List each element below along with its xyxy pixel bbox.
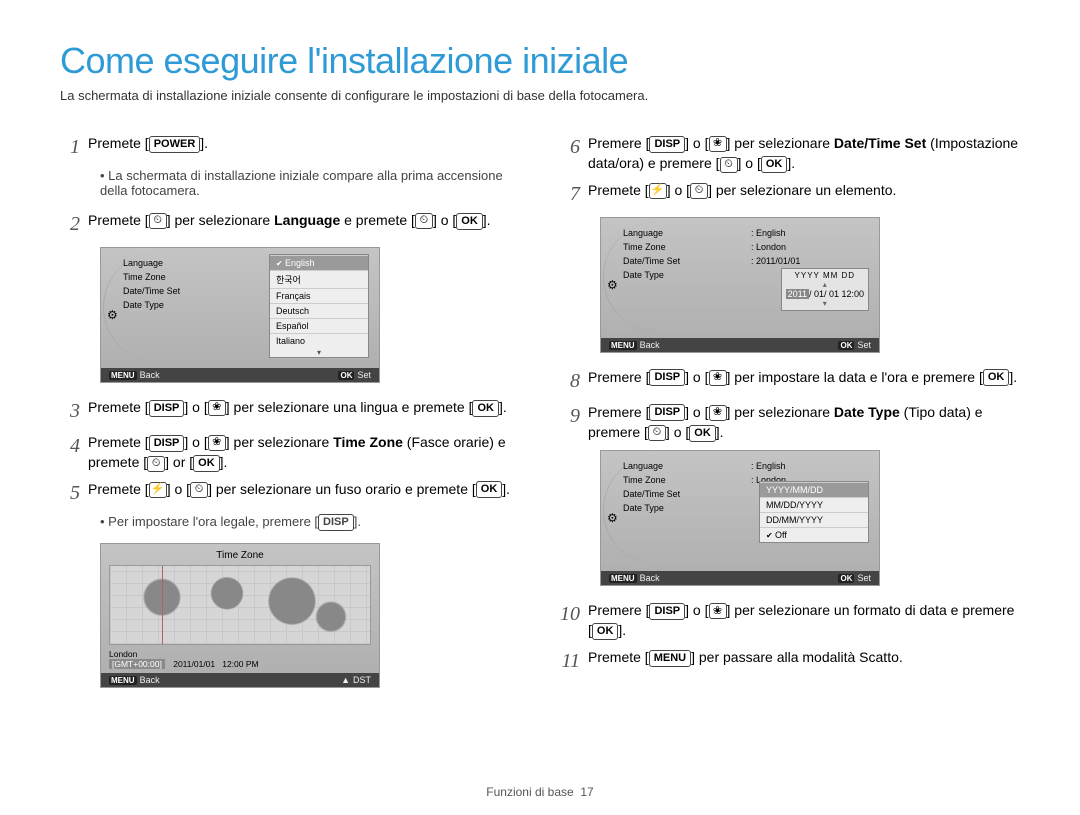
screenshot-language: ⚙ Language Time Zone Date/Time Set Date … [100,247,380,383]
datetype-dropdown: YYYY/MM/DD MM/DD/YYYY DD/MM/YYYY Off [759,481,869,543]
step-1-note: La schermata di installazione iniziale c… [100,168,520,198]
step-1: 1 Premete [POWER]. [60,133,520,162]
date-spinner: YYYY MM DD ▴ 2011/ 01/ 01 12:00 ▾ [781,268,869,311]
disp-button-label: DISP [149,435,185,452]
step-number: 9 [560,402,588,431]
step-number: 6 [560,133,588,162]
timer-icon: ⏲ [648,425,666,441]
step-number: 1 [60,133,88,162]
step-number: 7 [560,180,588,209]
page-subtitle: La schermata di installazione iniziale c… [60,88,1020,103]
flower-icon: ❀ [709,370,727,386]
page-title: Come eseguire l'installazione iniziale [60,40,1020,82]
disp-button-label: DISP [649,404,685,421]
step-11: 11 Premete [MENU] per passare alla modal… [560,647,1020,676]
page-footer: Funzioni di base 17 [0,785,1080,799]
ok-button-label: OK [983,369,1010,386]
step-10: 10 Premere [DISP] o [❀] per selezionare … [560,600,1020,641]
step-2: 2 Premete [⏲] per selezionare Language e… [60,210,520,239]
right-column: 6 Premere [DISP] o [❀] per selezionare D… [560,133,1020,702]
power-button-label: POWER [149,136,201,153]
step-number: 10 [560,600,588,629]
timer-icon: ⏲ [147,456,165,472]
step-7: 7 Premete [⚡] o [⏲] per selezionare un e… [560,180,1020,209]
ok-button-label: OK [456,213,483,230]
timer-icon: ⏲ [720,157,738,173]
menu-button-label: MENU [649,650,691,667]
flower-icon: ❀ [208,435,226,451]
step-8: 8 Premere [DISP] o [❀] per impostare la … [560,367,1020,396]
world-map [109,565,371,645]
disp-button-label: DISP [649,603,685,620]
step-number: 5 [60,479,88,508]
ok-button-label: OK [472,400,499,417]
step-number: 11 [560,647,588,676]
flower-icon: ❀ [709,405,727,421]
ok-button-label: OK [476,481,503,498]
step-3: 3 Premete [DISP] o [❀] per selezionare u… [60,397,520,426]
disp-button-label: DISP [649,136,685,153]
screenshot-datetype: ⚙ Language Time Zone Date/Time Set Date … [600,450,880,586]
gear-icon: ⚙ [607,511,618,525]
flower-icon: ❀ [709,603,727,619]
step-9: 9 Premere [DISP] o [❀] per selezionare D… [560,402,1020,443]
step-number: 8 [560,367,588,396]
language-dropdown: English 한국어 Français Deutsch Español Ita… [269,254,369,358]
gear-icon: ⚙ [107,308,118,322]
timezone-title: Time Zone [109,550,371,565]
step-number: 2 [60,210,88,239]
screenshot-datetime: ⚙ Language Time Zone Date/Time Set Date … [600,217,880,353]
step-4: 4 Premete [DISP] o [❀] per selezionare T… [60,432,520,473]
flower-icon: ❀ [709,136,727,152]
timer-icon: ⏲ [149,213,167,229]
timer-icon: ⏲ [415,213,433,229]
disp-button-label: DISP [649,369,685,386]
flower-icon: ❀ [208,400,226,416]
chevron-down-icon: ▾ [270,348,368,357]
step-number: 3 [60,397,88,426]
screenshot-timezone: Time Zone London [GMT+00:00] 2011/01/01 … [100,543,380,688]
ok-button-label: OK [592,623,619,640]
flash-icon: ⚡ [149,482,167,498]
disp-button-label: DISP [318,514,354,531]
timer-icon: ⏲ [690,183,708,199]
ok-button-label: OK [761,156,788,173]
step-5-note: Per impostare l'ora legale, premere [DIS… [100,514,520,531]
ok-button-label: OK [193,455,220,472]
step-5: 5 Premete [⚡] o [⏲] per selezionare un f… [60,479,520,508]
ok-button-label: OK [689,425,716,442]
gear-icon: ⚙ [607,278,618,292]
disp-button-label: DISP [149,400,185,417]
flash-icon: ⚡ [649,183,667,199]
step-number: 4 [60,432,88,461]
left-column: 1 Premete [POWER]. La schermata di insta… [60,133,520,702]
step-6: 6 Premere [DISP] o [❀] per selezionare D… [560,133,1020,174]
timer-icon: ⏲ [190,482,208,498]
